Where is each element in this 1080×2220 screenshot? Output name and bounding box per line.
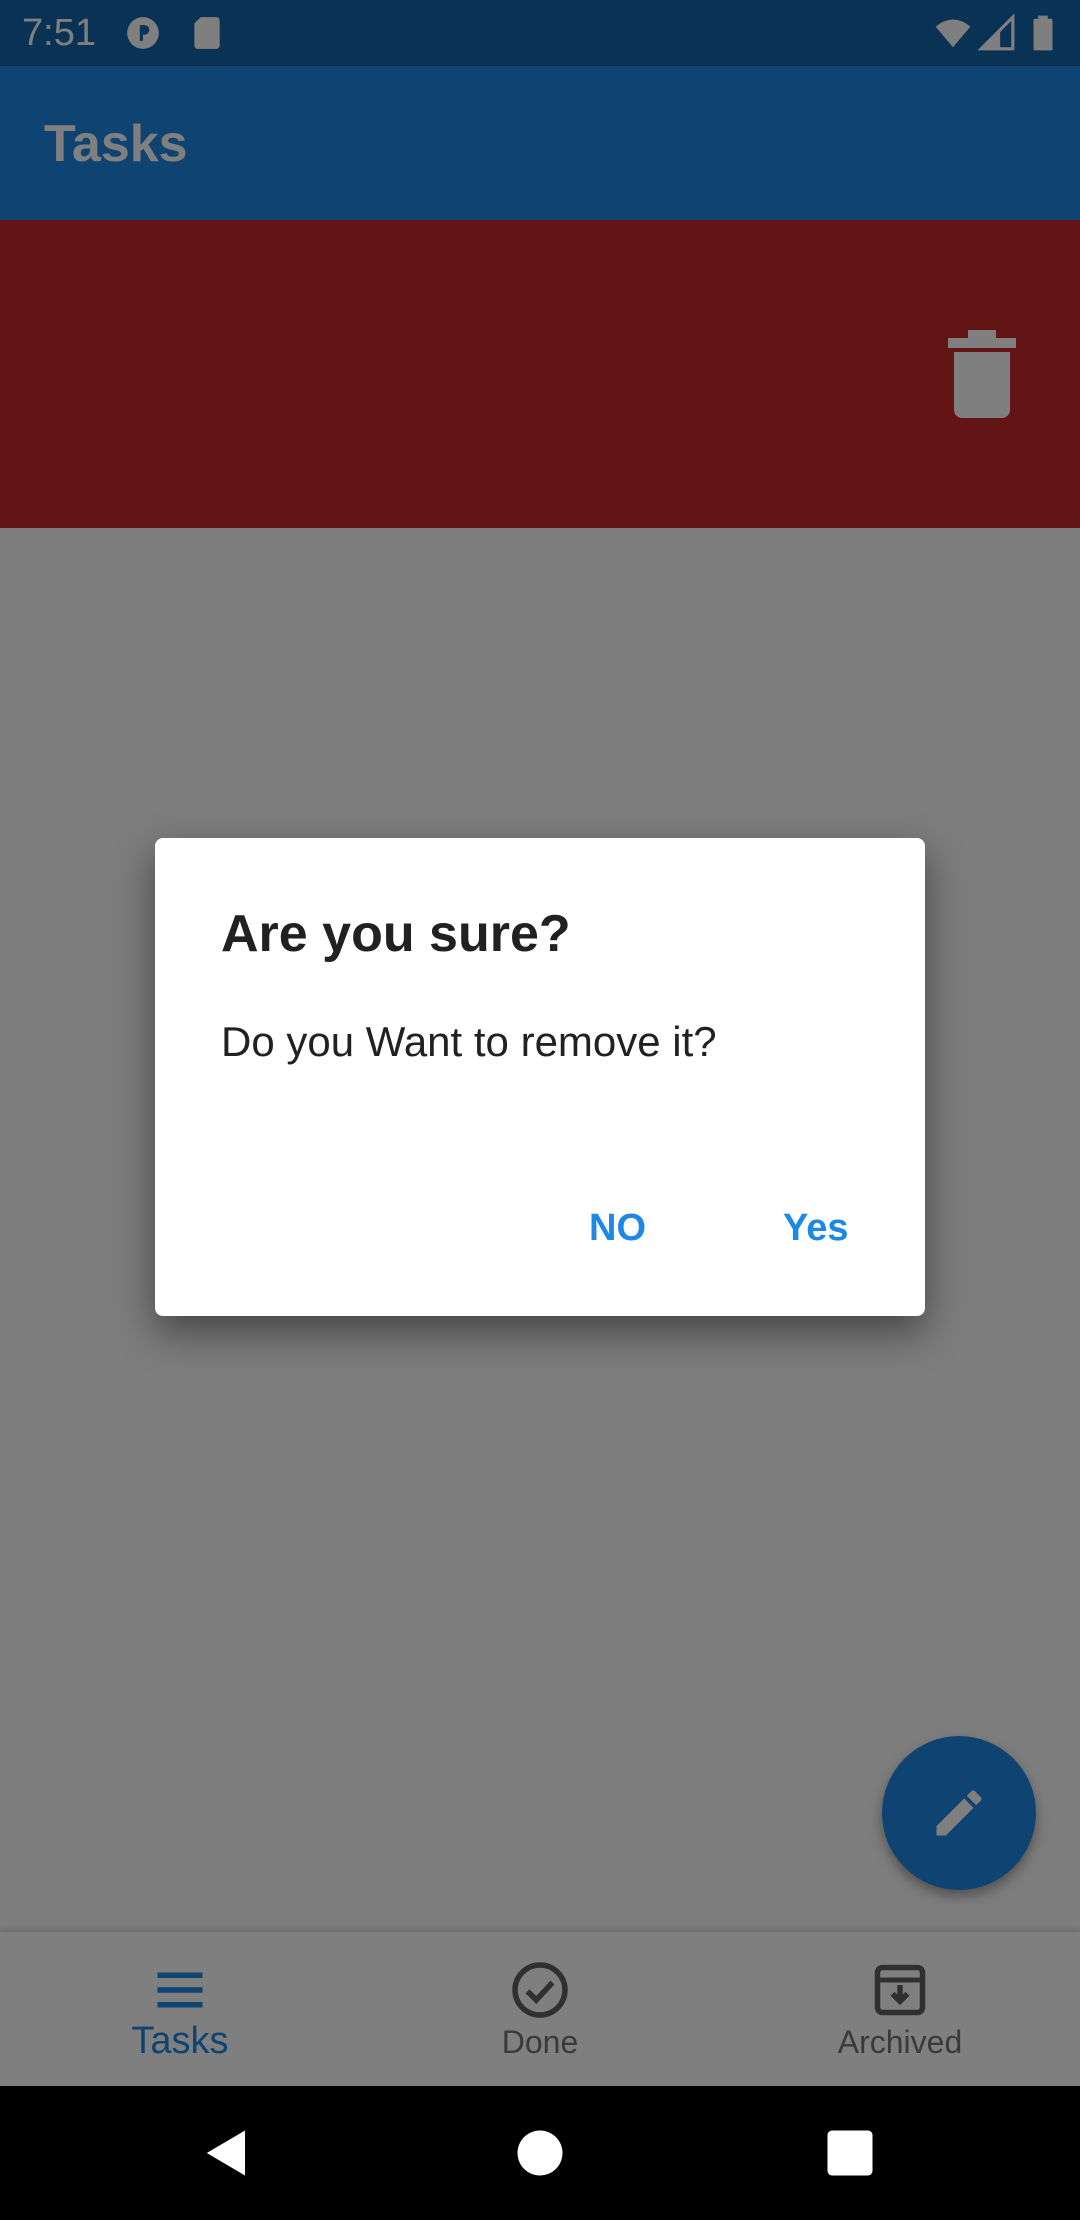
no-button[interactable]: NO: [565, 1188, 670, 1268]
confirm-dialog: Are you sure? Do you Want to remove it? …: [155, 838, 925, 1316]
system-navigation-bar: [0, 2086, 1080, 2220]
home-icon[interactable]: [513, 2126, 567, 2180]
dialog-message: Do you Want to remove it?: [221, 1018, 717, 1065]
dialog-title: Are you sure?: [221, 905, 571, 963]
screen: 7:51 Tasks: [0, 0, 1080, 2220]
recents-icon[interactable]: [823, 2126, 877, 2180]
back-icon[interactable]: [200, 2126, 254, 2180]
yes-button[interactable]: Yes: [759, 1188, 873, 1268]
